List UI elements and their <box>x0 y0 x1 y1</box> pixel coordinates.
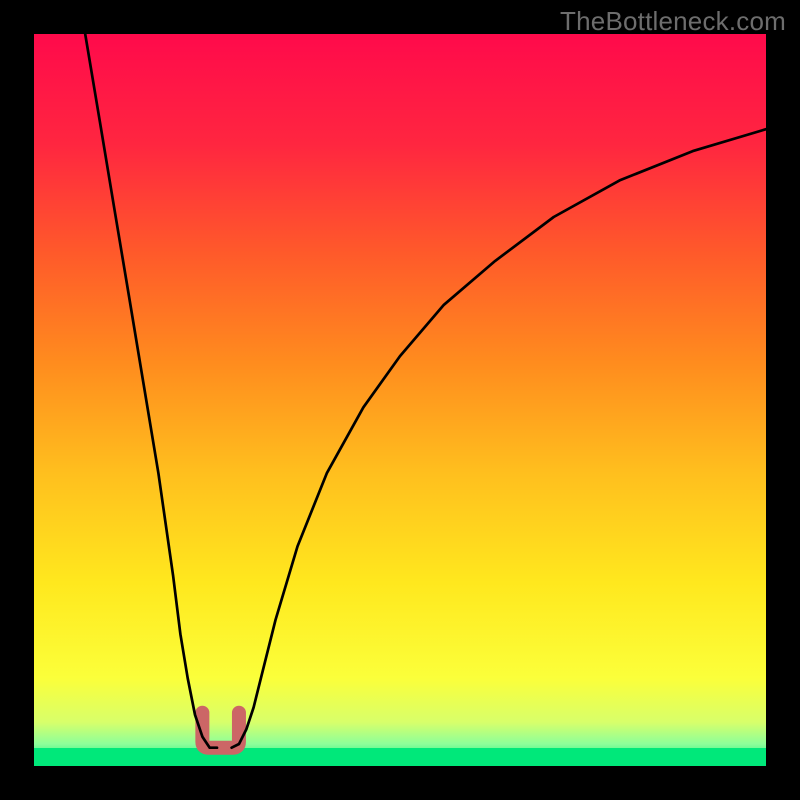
curves-layer <box>34 34 766 766</box>
valley-marker <box>202 713 239 748</box>
plot-area <box>34 34 766 766</box>
valley-marker-path <box>202 713 239 748</box>
curve-right <box>232 129 766 748</box>
curve-left <box>85 34 217 748</box>
bottleneck-curves <box>85 34 766 748</box>
watermark-text: TheBottleneck.com <box>560 6 786 37</box>
chart-frame: TheBottleneck.com <box>0 0 800 800</box>
